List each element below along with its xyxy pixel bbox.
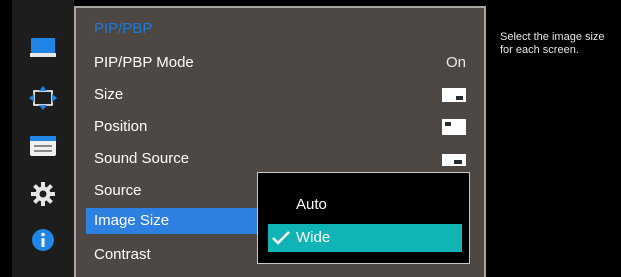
option-auto[interactable]: Auto (268, 191, 462, 219)
menu-item-label: Position (94, 118, 148, 135)
menu-item-label: PIP/PBP Mode (94, 54, 194, 71)
help-text: Select the image size for each screen. (500, 31, 605, 56)
image-size-submenu: Auto Wide (257, 172, 470, 264)
option-label: Auto (296, 196, 327, 213)
menu-item-label: Source (94, 182, 142, 199)
monitor-osd: PIP/PBP PIP/PBP Mode On Size Position So… (0, 0, 621, 277)
checkmark-icon (272, 231, 290, 245)
option-label: Wide (296, 229, 331, 246)
menu-item-position[interactable]: Position (94, 114, 466, 140)
menu-item-pip-pbp-mode[interactable]: PIP/PBP Mode On (94, 50, 466, 76)
menu-item-sound-source[interactable]: Sound Source (94, 146, 466, 172)
sound-source-icon (442, 154, 466, 166)
menu-item-label: Sound Source (94, 150, 190, 167)
menu-item-label: Image Size (94, 212, 170, 229)
position-top-left-icon (442, 119, 466, 135)
system-settings-icon[interactable] (29, 134, 57, 158)
help-pane: Select the image size for each screen. (487, 0, 621, 277)
menu-title: PIP/PBP (94, 20, 153, 37)
menu-item-label: Size (94, 86, 124, 103)
gear-icon[interactable] (29, 182, 57, 206)
menu-item-value: On (445, 54, 466, 71)
option-wide[interactable]: Wide (268, 224, 462, 252)
menu-item-label: Contrast (94, 246, 151, 263)
size-large-icon (442, 88, 466, 102)
sidebar (12, 0, 74, 277)
menu-item-image-size[interactable]: Image Size (86, 208, 258, 234)
onscreen-display-icon[interactable] (29, 86, 57, 110)
menu-item-size[interactable]: Size (94, 82, 466, 108)
picture-icon[interactable] (29, 36, 57, 60)
info-icon[interactable] (29, 228, 57, 252)
